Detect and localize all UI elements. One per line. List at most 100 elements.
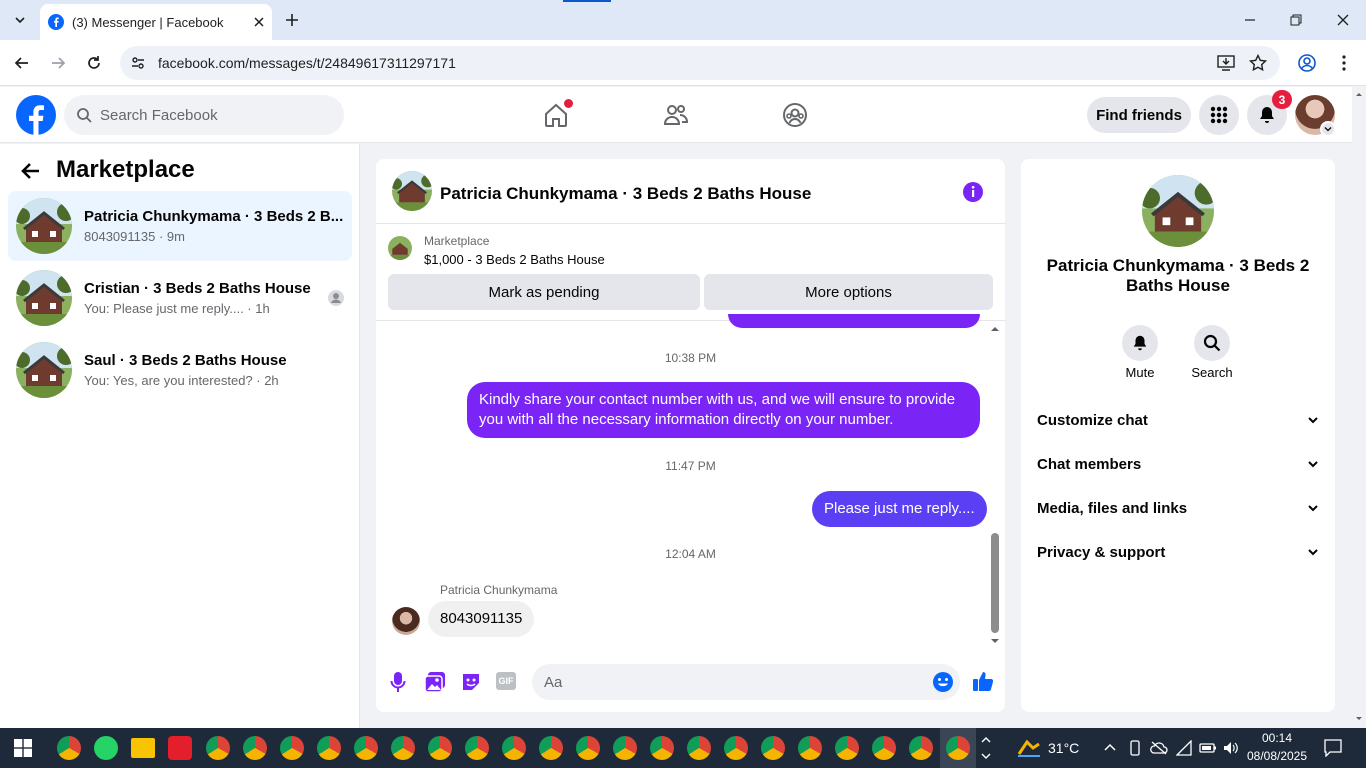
chat-members-row[interactable]: Chat members	[1037, 452, 1319, 476]
chat-scrollbar[interactable]	[990, 325, 1000, 647]
chrome-taskbar-icon[interactable]	[798, 736, 822, 760]
chrome-taskbar-icon[interactable]	[576, 736, 600, 760]
chrome-taskbar-icon[interactable]	[428, 736, 452, 760]
chrome-taskbar-icon[interactable]	[835, 736, 859, 760]
chrome-taskbar-icon[interactable]	[724, 736, 748, 760]
facebook-logo[interactable]	[16, 95, 56, 135]
chat-title[interactable]: Patricia Chunkymama · 3 Beds 2 Baths Hou…	[440, 184, 811, 204]
mark-as-pending-button[interactable]: Mark as pending	[388, 274, 700, 310]
chrome-taskbar-icon[interactable]	[872, 736, 896, 760]
nav-groups[interactable]	[781, 101, 809, 129]
page-scrollbar[interactable]	[1352, 87, 1366, 728]
close-tab-icon[interactable]	[254, 17, 264, 27]
scrollbar-thumb[interactable]	[991, 533, 999, 633]
nav-friends[interactable]	[662, 101, 690, 129]
chrome-taskbar-icon[interactable]	[465, 736, 489, 760]
tray-overflow-button[interactable]	[1102, 740, 1118, 756]
conversation-item[interactable]: Patricia Chunkymama · 3 Beds 2 B... 8043…	[8, 191, 352, 261]
minimize-button[interactable]	[1240, 10, 1260, 30]
forward-button[interactable]	[48, 53, 68, 73]
active-taskbar-item[interactable]	[940, 728, 976, 768]
taskbar-scroll[interactable]	[980, 732, 992, 764]
restore-button[interactable]	[1286, 10, 1306, 30]
chrome-taskbar-icon[interactable]	[539, 736, 563, 760]
browser-menu-button[interactable]	[1334, 53, 1354, 73]
media-files-links-row[interactable]: Media, files and links	[1037, 496, 1319, 520]
conversation-item[interactable]: Saul · 3 Beds 2 Baths House You: Yes, ar…	[8, 335, 352, 405]
reload-button[interactable]	[84, 53, 104, 73]
chrome-taskbar-icon[interactable]	[317, 736, 341, 760]
conversation-item[interactable]: Cristian · 3 Beds 2 Baths House You: Ple…	[8, 263, 352, 333]
tray-icon[interactable]	[1150, 740, 1168, 756]
chrome-taskbar-icon[interactable]	[687, 736, 711, 760]
chrome-taskbar-icon[interactable]	[650, 736, 674, 760]
clock-time[interactable]: 00:14	[1252, 731, 1302, 745]
mute-button[interactable]	[1122, 325, 1158, 361]
weather-widget[interactable]	[1016, 736, 1042, 760]
account-dropdown[interactable]	[1320, 121, 1336, 137]
menu-button[interactable]	[1199, 95, 1239, 135]
file-explorer-taskbar-icon[interactable]	[131, 738, 155, 758]
chrome-taskbar-icon[interactable]	[243, 736, 267, 760]
tab-search-button[interactable]	[8, 8, 32, 32]
whatsapp-taskbar-icon[interactable]	[94, 736, 118, 760]
url-bar[interactable]: facebook.com/messages/t/2484961731129717…	[120, 46, 1280, 80]
find-friends-button[interactable]: Find friends	[1087, 97, 1191, 133]
info-avatar[interactable]	[1142, 175, 1214, 247]
notification-center-button[interactable]	[1324, 739, 1342, 757]
site-settings-icon[interactable]	[130, 55, 146, 71]
scroll-down-icon[interactable]	[1352, 712, 1366, 726]
network-button[interactable]	[1176, 740, 1194, 756]
sender-avatar[interactable]	[392, 607, 420, 635]
voice-clip-button[interactable]	[390, 671, 406, 693]
search-in-conversation-button[interactable]	[1194, 325, 1230, 361]
sent-message-bubble[interactable]: Kindly share your contact number with us…	[467, 382, 980, 438]
facebook-logo-icon	[16, 95, 56, 135]
scroll-up-icon[interactable]	[1352, 87, 1366, 101]
search-input[interactable]: Search Facebook	[100, 107, 218, 124]
profile-button[interactable]	[1297, 53, 1317, 73]
clock-date[interactable]: 08/08/2025	[1246, 749, 1308, 763]
privacy-support-row[interactable]: Privacy & support	[1037, 540, 1319, 564]
sent-message-bubble[interactable]: Please just me reply....	[812, 491, 987, 527]
install-app-button[interactable]	[1216, 54, 1236, 72]
browser-tab[interactable]: (3) Messenger | Facebook	[40, 4, 272, 40]
friends-icon	[663, 105, 689, 125]
new-tab-button[interactable]	[282, 10, 302, 30]
chrome-taskbar-icon[interactable]	[57, 736, 81, 760]
more-options-button[interactable]: More options	[704, 274, 993, 310]
conversation-info-button[interactable]	[962, 181, 984, 203]
chat-avatar[interactable]	[392, 171, 432, 211]
search-facebook-bar[interactable]: Search Facebook	[64, 95, 344, 135]
chrome-taskbar-icon[interactable]	[354, 736, 378, 760]
message-input[interactable]: Aa	[532, 664, 960, 700]
back-button[interactable]	[12, 53, 32, 73]
message-input-placeholder: Aa	[544, 673, 563, 691]
back-arrow-button[interactable]	[20, 160, 42, 182]
attach-media-button[interactable]	[424, 671, 446, 693]
chrome-taskbar-icon[interactable]	[761, 736, 785, 760]
scroll-up-icon[interactable]	[990, 325, 1000, 333]
battery-button[interactable]	[1199, 740, 1217, 756]
gif-button[interactable]: GIF	[496, 672, 516, 690]
start-button[interactable]	[14, 739, 32, 757]
bookmark-button[interactable]	[1248, 53, 1268, 73]
scroll-down-icon[interactable]	[990, 637, 1000, 645]
chrome-taskbar-icon[interactable]	[613, 736, 637, 760]
listing-title[interactable]: $1,000 - 3 Beds 2 Baths House	[424, 252, 605, 267]
chrome-taskbar-icon[interactable]	[206, 736, 230, 760]
like-button[interactable]	[972, 670, 994, 692]
sticker-button[interactable]	[460, 671, 482, 693]
tray-icon[interactable]	[1128, 740, 1142, 756]
volume-button[interactable]	[1222, 740, 1240, 756]
chrome-taskbar-icon[interactable]	[909, 736, 933, 760]
customize-chat-row[interactable]: Customize chat	[1037, 408, 1319, 432]
chrome-taskbar-icon[interactable]	[502, 736, 526, 760]
received-message-bubble[interactable]: 8043091135	[428, 601, 535, 637]
chrome-taskbar-icon[interactable]	[391, 736, 415, 760]
chrome-taskbar-icon[interactable]	[280, 736, 304, 760]
emoji-button[interactable]	[932, 671, 954, 693]
nav-home[interactable]	[542, 99, 573, 129]
wps-office-taskbar-icon[interactable]	[168, 736, 192, 760]
close-window-button[interactable]	[1333, 10, 1353, 30]
